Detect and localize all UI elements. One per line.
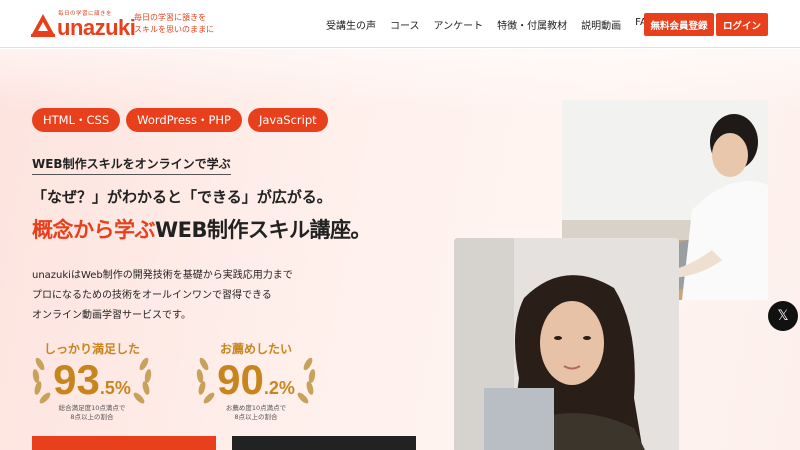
register-button[interactable]: 無料会員登録 [644,13,714,36]
tagline: 毎日の学習に頷きを スキルを思いのままに [134,12,214,36]
nav-item-features[interactable]: 特徴・付属教材 [497,17,567,32]
stat-note: お薦め度10点満点で 8点以上の割合 [225,404,287,421]
nav-item-survey[interactable]: アンケート [434,17,484,32]
stat-recommend: お薦めしたい 90.2% お薦め度10点満点で 8点以上の割合 [192,340,320,430]
cta-button-primary[interactable] [32,436,216,450]
hero-headline-1: 「なぜ？」がわかると「できる」が広がる。 [32,188,332,206]
stat-satisfaction: しっかり満足した 93.5% 総合満足度10点満点で 8点以上の割合 [28,340,156,430]
tagline-line2: スキルを思いのままに [134,25,214,34]
desc-line2: プロになるための技術をオールインワンで習得できる [32,290,272,301]
tagline-line1: 毎日の学習に頷きを [134,13,206,22]
nav-item-video[interactable]: 説明動画 [581,17,621,32]
login-button[interactable]: ログイン [716,13,768,36]
logo[interactable]: 毎日の学習に頷きを unazuki [31,10,136,40]
photo-woman-laptop [454,238,679,450]
hero-sub-heading: WEB制作スキルをオンラインで学ぶ [32,155,231,175]
stat-value: 90.2% [217,356,295,403]
stat-note: 総合満足度10点満点で 8点以上の割合 [58,404,126,421]
tag-wordpress-php[interactable]: WordPress・PHP [126,108,242,132]
cta-button-secondary[interactable] [232,436,416,450]
x-icon: 𝕏 [777,308,789,324]
nav-item-course[interactable]: コース [390,17,420,32]
tag-html-css[interactable]: HTML・CSS [32,108,121,132]
desc-line1: unazukiはWeb制作の開発技術を基礎から実践応用力まで [32,270,293,281]
nav-item-voices[interactable]: 受講生の声 [326,17,376,32]
hero-headline-2: 概念から学ぶWEB制作スキル講座。 [32,214,372,244]
course-tags: HTML・CSS WordPress・PHP JavaScript [32,108,328,132]
desc-line3: オンライン動画学習サービスです。 [32,310,191,321]
stat-label: お薦めしたい [219,342,292,356]
site-header: 毎日の学習に頷きを unazuki 毎日の学習に頷きを スキルを思いのままに 受… [0,0,800,48]
stat-value: 93.5% [53,356,131,403]
tag-javascript[interactable]: JavaScript [247,108,328,132]
hero-headline-accent: 概念から学ぶ [32,218,156,242]
stat-label: しっかり満足した [43,342,140,356]
x-share-button[interactable]: 𝕏 [768,301,798,331]
logo-name: unazuki [57,15,136,40]
logo-mark-icon [31,12,55,38]
main-nav: 受講生の声 コース アンケート 特徴・付属教材 説明動画 FAQ [326,17,654,32]
hero-headline-rest: WEB制作スキル講座。 [155,218,372,242]
hero-description: unazukiはWeb制作の開発技術を基礎から実践応用力まで プロになるための技… [32,266,293,326]
